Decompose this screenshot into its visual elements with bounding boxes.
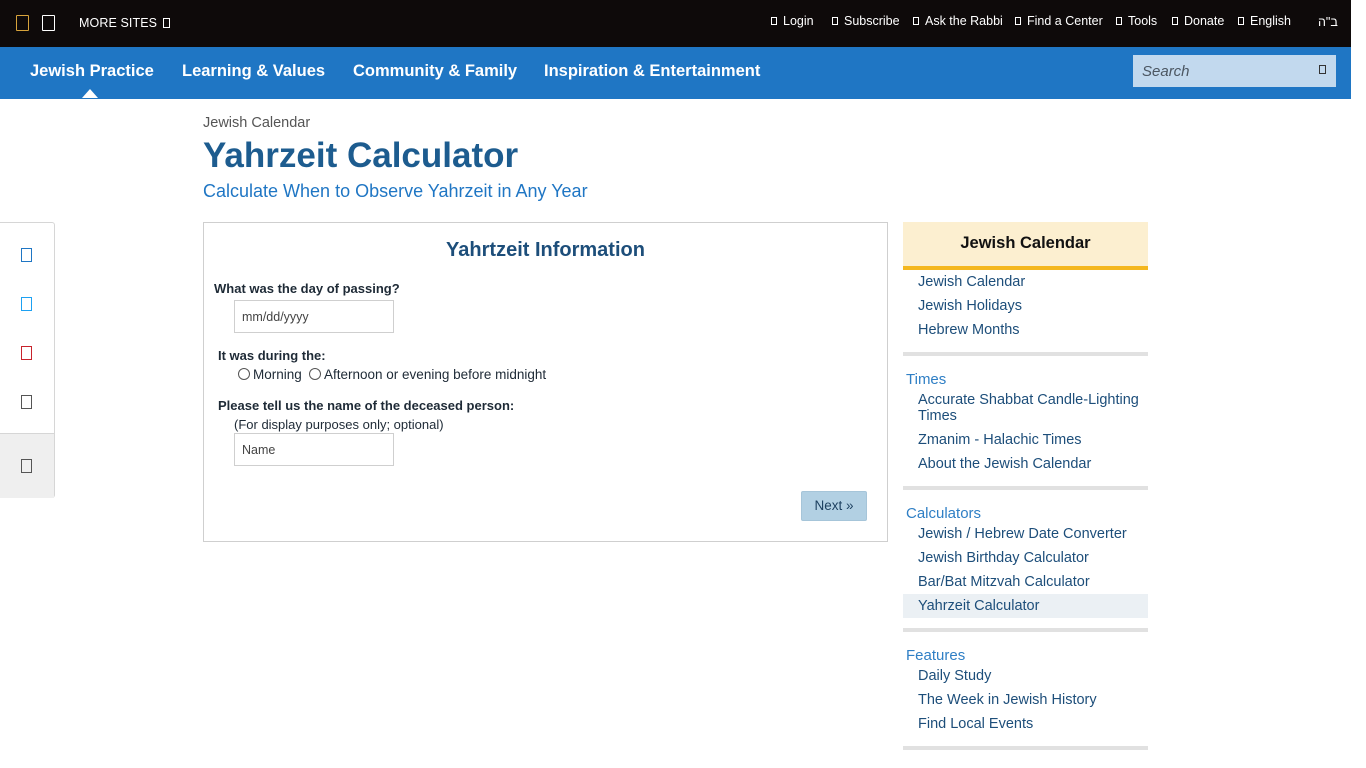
heart-icon [1172,17,1178,25]
sidebar-item-date-converter[interactable]: Jewish / Hebrew Date Converter [918,526,1143,542]
tools-link[interactable]: Tools [1116,14,1157,28]
login-link[interactable]: Login [771,14,814,28]
search-icon[interactable] [1319,65,1326,74]
language-label: English [1250,14,1291,28]
sidebar-item-local-events[interactable]: Find Local Events [918,716,1143,732]
more-sites-button[interactable]: MORE SITES [79,16,171,30]
tools-label: Tools [1128,14,1158,28]
user-icon [771,17,777,25]
search-box [1133,55,1336,87]
sidebar-item-zmanim[interactable]: Zmanim - Halachic Times [918,432,1143,448]
chevron-down-icon [163,18,171,28]
next-button[interactable]: Next » [801,491,867,521]
share-panel [0,222,55,498]
comment-icon [21,459,32,473]
donate-label: Donate [1184,14,1225,28]
find-a-center-label: Find a Center [1027,14,1103,28]
date-label: What was the day of passing? [214,281,400,296]
page-title: Yahrzeit Calculator [203,136,519,175]
radio-circle-icon [309,368,321,380]
sidebar-item-jewish-holidays[interactable]: Jewish Holidays [918,298,1143,314]
sidebar-section-features: Features [906,647,966,664]
subscribe-link[interactable]: Subscribe [832,14,900,28]
language-link[interactable]: English [1238,14,1291,28]
sidebar-item-daily-study[interactable]: Daily Study [918,668,1143,684]
afternoon-label: Afternoon or evening before midnight [324,367,547,382]
nav-community-family[interactable]: Community & Family [353,62,517,81]
location-icon [1015,17,1021,25]
more-sites-label: MORE SITES [79,16,158,30]
globe-icon [1238,17,1244,25]
comment-button[interactable] [0,433,54,498]
twitter-icon[interactable] [21,297,32,311]
name-note: (For display purposes only; optional) [234,417,444,432]
bh-text: ב"ה [1318,15,1338,29]
sidebar-divider [903,746,1148,750]
email-icon[interactable] [21,248,32,262]
menu-icon[interactable] [42,15,55,31]
time-label: It was during the: [218,348,326,363]
name-field[interactable] [234,433,394,466]
sidebar-item-yahrzeit-calculator[interactable]: Yahrzeit Calculator [918,598,1143,614]
top-bar: MORE SITES Login Subscribe Ask the Rabbi… [0,0,1351,47]
morning-radio[interactable]: Morning [238,367,302,382]
sidebar-section-calculators: Calculators [906,505,982,522]
date-field[interactable] [234,300,394,333]
radio-circle-icon [238,368,250,380]
subscribe-label: Subscribe [844,14,900,28]
pinterest-icon[interactable] [21,346,32,360]
page-subtitle: Calculate When to Observe Yahrzeit in An… [203,181,588,201]
sidebar-divider [903,352,1148,356]
active-nav-caret-icon [82,89,98,98]
sidebar-divider [903,628,1148,632]
ask-the-rabbi-label: Ask the Rabbi [925,14,1003,28]
search-input[interactable] [1133,55,1313,87]
form-heading: Yahrtzeit Information [446,239,645,261]
sidebar-item-week-in-history[interactable]: The Week in Jewish History [918,692,1143,708]
login-label: Login [783,14,814,28]
tools-icon [1116,17,1122,25]
print-icon[interactable] [21,395,32,409]
sidebar-item-jewish-calendar[interactable]: Jewish Calendar [918,274,1143,290]
sidebar-item-about-calendar[interactable]: About the Jewish Calendar [918,456,1143,472]
sidebar-item-bar-mitzvah-calculator[interactable]: Bar/Bat Mitzvah Calculator [918,574,1143,590]
nav-jewish-practice[interactable]: Jewish Practice [30,62,154,81]
yahrzeit-form-card: Yahrtzeit Information What was the day o… [203,222,888,542]
breadcrumb[interactable]: Jewish Calendar [203,115,310,131]
name-label: Please tell us the name of the deceased … [218,398,515,413]
mail-icon [832,17,838,25]
sidebar-item-candle-lighting[interactable]: Accurate Shabbat Candle-Lighting Times [918,392,1143,424]
chat-icon [913,17,919,25]
sidebar-item-hebrew-months[interactable]: Hebrew Months [918,322,1143,338]
nav-learning-values[interactable]: Learning & Values [182,62,325,81]
sidebar-item-birthday-calculator[interactable]: Jewish Birthday Calculator [918,550,1143,566]
morning-label: Morning [253,367,302,382]
afternoon-radio[interactable]: Afternoon or evening before midnight [309,367,546,382]
sidebar-divider [903,486,1148,490]
find-a-center-link[interactable]: Find a Center [1015,14,1103,28]
sidebar-heading[interactable]: Jewish Calendar [903,222,1148,270]
nav-inspiration-entertainment[interactable]: Inspiration & Entertainment [544,62,760,81]
ask-the-rabbi-link[interactable]: Ask the Rabbi [913,14,1003,28]
chabad-logo-icon[interactable] [16,15,29,31]
donate-link[interactable]: Donate [1172,14,1224,28]
sidebar-section-times: Times [906,371,947,388]
